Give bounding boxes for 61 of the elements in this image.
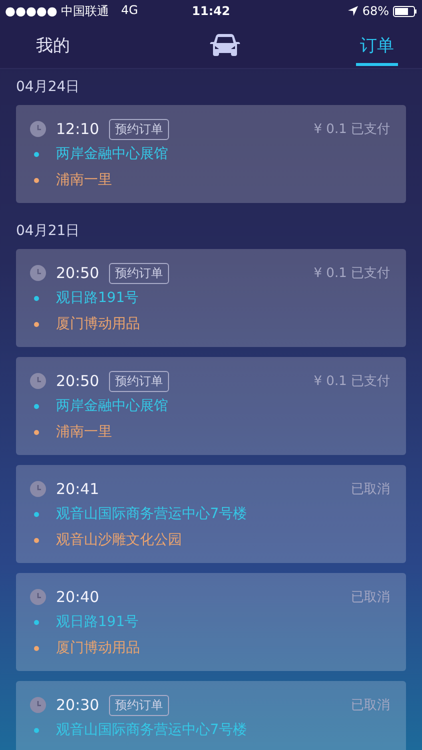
clock-icon: [30, 697, 46, 713]
reservation-tag: 预约订单: [109, 118, 170, 140]
clock-icon: [30, 589, 46, 605]
order-time: 12:10: [56, 120, 100, 138]
start-address: 观日路191号: [56, 613, 139, 631]
carrier-text: ●●●●● 中国联通: [5, 2, 110, 20]
order-time: 20:50: [56, 264, 100, 282]
order-status: ¥ 0.1 已支付: [314, 265, 390, 282]
start-dot-icon: [34, 728, 39, 732]
battery-icon: [392, 6, 417, 16]
start-address: 两岸金融中心展馆: [56, 397, 168, 415]
order-card[interactable]: 20:41 已取消 观音山国际商务营运中心7号楼 观音山沙雕文化公园: [16, 465, 406, 563]
clock-icon: [30, 121, 46, 137]
end-address: 浦南一里: [56, 171, 112, 189]
clock-text: 11:42: [190, 4, 232, 18]
order-status: 已取消: [351, 481, 390, 498]
order-status: ¥ 0.1 已支付: [314, 373, 390, 390]
order-card[interactable]: 20:40 已取消 观日路191号 厦门博动用品: [16, 573, 406, 671]
order-time: 20:50: [56, 372, 100, 390]
reservation-tag: 预约订单: [109, 262, 170, 284]
order-card[interactable]: 12:10 预约订单 ¥ 0.1 已支付 两岸金融中心展馆 浦南一里: [16, 105, 406, 203]
order-status: 已取消: [351, 589, 390, 606]
end-address: 厦门博动用品: [56, 639, 140, 657]
order-time: 20:41: [56, 480, 100, 498]
start-address: 观日路191号: [56, 289, 139, 307]
date-heading: 04月24日: [16, 78, 81, 97]
order-card[interactable]: 20:50 预约订单 ¥ 0.1 已支付 两岸金融中心展馆 浦南一里: [16, 357, 406, 455]
start-address: 观音山国际商务营运中心7号楼: [56, 505, 247, 523]
clock-icon: [30, 481, 46, 497]
end-dot-icon: [34, 322, 39, 326]
end-dot-icon: [34, 178, 39, 182]
start-address: 两岸金融中心展馆: [56, 145, 168, 163]
battery-percent: 68%: [362, 4, 389, 18]
location-arrow-icon: [348, 6, 358, 16]
start-address: 观音山国际商务营运中心7号楼: [56, 721, 247, 739]
reservation-tag: 预约订单: [109, 694, 170, 716]
date-heading: 04月21日: [16, 222, 81, 241]
tab[interactable]: 我的: [36, 28, 70, 66]
end-address: 观音山沙雕文化公园: [56, 531, 182, 549]
end-dot-icon: [34, 538, 39, 542]
start-dot-icon: [34, 152, 39, 156]
network-text: 4G: [121, 2, 138, 18]
order-time: 20:40: [56, 588, 100, 606]
clock-icon: [30, 265, 46, 281]
start-dot-icon: [34, 296, 39, 300]
order-card[interactable]: 20:30 预约订单 已取消 观音山国际商务营运中心7号楼: [16, 681, 406, 750]
order-status: 已取消: [351, 697, 390, 714]
order-status: ¥ 0.1 已支付: [314, 121, 390, 138]
clock-icon: [30, 373, 46, 389]
end-dot-icon: [34, 646, 39, 650]
start-dot-icon: [34, 512, 39, 516]
tab[interactable]: 订单: [356, 28, 398, 66]
reservation-tag: 预约订单: [109, 370, 170, 392]
end-dot-icon: [34, 430, 39, 434]
start-dot-icon: [34, 404, 39, 408]
order-time: 20:30: [56, 696, 100, 714]
end-address: 浦南一里: [56, 423, 112, 441]
order-card[interactable]: 20:50 预约订单 ¥ 0.1 已支付 观日路191号 厦门博动用品: [16, 249, 406, 347]
end-address: 厦门博动用品: [56, 315, 140, 333]
car-icon[interactable]: [209, 33, 241, 57]
start-dot-icon: [34, 620, 39, 624]
